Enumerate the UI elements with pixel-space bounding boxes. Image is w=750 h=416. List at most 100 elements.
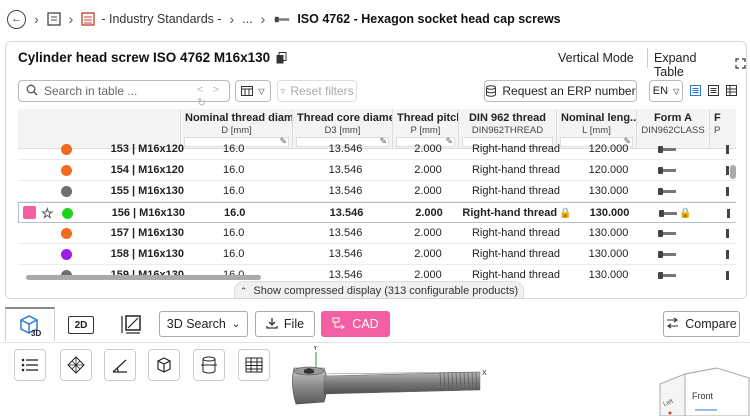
cell-p: 2.000 bbox=[414, 143, 442, 155]
expand-table-label: Expand Table bbox=[654, 51, 697, 79]
cell-thread-value: Right-hand thread bbox=[471, 185, 561, 197]
cell-d3: 13.546 bbox=[328, 143, 363, 155]
column-title: Thread core diame... bbox=[297, 112, 392, 124]
favorite-star-icon[interactable]: ☆ bbox=[41, 203, 54, 223]
3d-search-label: 3D Search bbox=[166, 317, 226, 331]
list-view-icon[interactable] bbox=[690, 85, 701, 99]
cell-id: 158 | M16x130 bbox=[110, 248, 184, 260]
screw-icon bbox=[658, 145, 676, 153]
viewer-panel: 3D 2D 3D Search ⌄ File CAD Compare Y X F… bbox=[0, 306, 750, 416]
screw-3d-model: Y X bbox=[292, 345, 487, 405]
cell-thread-value: Right-hand thread bbox=[462, 207, 558, 219]
search-nav-arrows[interactable]: < > ↻ bbox=[197, 84, 229, 109]
detail-view-icon[interactable] bbox=[708, 85, 719, 99]
axis-x-label: X bbox=[482, 370, 487, 377]
file-download-button[interactable]: File bbox=[255, 311, 315, 337]
table-row-selected[interactable]: ☆ 156 | M16x130 16.0 13.546 2.000 Right-hand … bbox=[18, 202, 736, 223]
list-icon bbox=[21, 358, 38, 372]
tool-table[interactable] bbox=[238, 349, 270, 381]
status-dot bbox=[61, 186, 72, 197]
3d-viewport[interactable]: Y X bbox=[290, 345, 490, 416]
cell-l: 130.000 bbox=[588, 248, 629, 260]
section-icon bbox=[201, 356, 217, 374]
cell-form-a bbox=[658, 139, 708, 159]
scrollbar-thumb[interactable] bbox=[730, 165, 736, 179]
cell-p: 2.000 bbox=[414, 269, 442, 280]
columns-icon bbox=[241, 86, 254, 96]
filter-icon: ▿ bbox=[280, 85, 286, 97]
table-row[interactable]: 158 | M16x130 16.0 13.546 2.000 Right-hand t… bbox=[18, 244, 736, 265]
home-icon[interactable] bbox=[47, 12, 61, 26]
expand-table-button[interactable]: Expand Table bbox=[654, 51, 746, 79]
language-select[interactable]: EN ▽ bbox=[649, 80, 683, 102]
cell-thread-value: Right-hand thread bbox=[471, 143, 561, 155]
cell-id: 153 | M16x120 bbox=[110, 143, 184, 155]
configure-icon[interactable] bbox=[23, 206, 36, 219]
lock-icon: 🔒 bbox=[559, 208, 572, 219]
table-row[interactable]: 155 | M16x130 16.0 13.546 2.000 Right-hand t… bbox=[18, 181, 736, 202]
tool-parts-list[interactable] bbox=[14, 349, 46, 381]
back-icon[interactable]: ← bbox=[7, 9, 26, 29]
axis-y-label: Y bbox=[313, 346, 318, 352]
tool-measure-angle[interactable] bbox=[104, 349, 136, 381]
tool-view-cube[interactable] bbox=[148, 349, 180, 381]
cell-thread: Right-hand thread 🔒 bbox=[462, 203, 572, 223]
cell-thread-value: Right-hand thread bbox=[471, 269, 561, 280]
f-marker-icon bbox=[726, 144, 729, 154]
tool-section[interactable] bbox=[193, 349, 225, 381]
compare-icon bbox=[666, 317, 679, 332]
horizontal-scrollbar[interactable] bbox=[26, 275, 261, 280]
show-compressed-display-button[interactable]: ⌃ Show compressed display (313 configura… bbox=[234, 281, 524, 298]
navigation-cube[interactable]: Front Left bbox=[655, 366, 750, 416]
angle-icon bbox=[112, 359, 127, 373]
cell-thread: Right-hand thread bbox=[461, 160, 571, 180]
cell-form-a bbox=[658, 265, 708, 280]
status-dot bbox=[61, 144, 72, 155]
cell-thread-value: Right-hand thread bbox=[471, 227, 561, 239]
table-view-icon[interactable] bbox=[726, 85, 737, 99]
tab-2d[interactable]: 2D bbox=[68, 316, 94, 334]
f-marker-icon bbox=[726, 186, 729, 196]
3d-search-button[interactable]: 3D Search ⌄ bbox=[159, 311, 248, 337]
cell-d: 16.0 bbox=[223, 248, 245, 260]
tab-3d[interactable]: 3D bbox=[5, 307, 55, 341]
column-unit: DIN962CLASS bbox=[641, 125, 705, 136]
divider bbox=[647, 48, 648, 68]
compress-label: Show compressed display (313 configurabl… bbox=[253, 285, 519, 297]
table-row[interactable]: 153 | M16x120 16.0 13.546 2.000 Right-hand t… bbox=[18, 139, 736, 160]
request-erp-label: Request an ERP number bbox=[502, 84, 636, 98]
request-erp-button[interactable]: Request an ERP number bbox=[484, 80, 637, 102]
vertical-mode-button[interactable]: Vertical Mode bbox=[558, 51, 634, 65]
chevron-down-icon: ⌄ bbox=[231, 318, 241, 330]
search-input[interactable]: Search in table ... < > ↻ bbox=[18, 80, 230, 109]
breadcrumb-item-industry-standards[interactable]: - Industry Standards - bbox=[101, 12, 221, 26]
column-unit: D3 [mm] bbox=[324, 125, 361, 136]
cad-download-button[interactable]: CAD bbox=[321, 311, 390, 337]
f-marker-icon bbox=[726, 249, 729, 259]
compare-button[interactable]: Compare bbox=[663, 311, 740, 337]
copy-icon[interactable] bbox=[276, 51, 287, 64]
tab-measure[interactable] bbox=[118, 313, 144, 335]
cell-id: 154 | M16x120 bbox=[110, 164, 184, 176]
column-selector-button[interactable]: ▽ bbox=[235, 80, 271, 102]
table-row[interactable]: 154 | M16x120 16.0 13.546 2.000 Right-hand t… bbox=[18, 160, 736, 181]
lock-icon: 🔒 bbox=[679, 208, 692, 219]
table-row[interactable]: 157 | M16x130 16.0 13.546 2.000 Right-hand t… bbox=[18, 223, 736, 244]
cell-p: 2.000 bbox=[415, 207, 443, 219]
product-table: Nominal thread diam... D [mm] ✎ Thread c… bbox=[18, 109, 736, 280]
reset-filters-button[interactable]: ▿ Reset filters bbox=[277, 80, 357, 102]
cell-form-a: 🔒 bbox=[659, 203, 709, 223]
expand-icon bbox=[735, 58, 746, 72]
tab-2d-label: 2D bbox=[74, 319, 88, 331]
breadcrumb: ← › › - Industry Standards - › ... › ISO… bbox=[0, 0, 750, 38]
cell-l: 130.000 bbox=[588, 227, 629, 239]
measure-icon bbox=[121, 315, 141, 334]
download-icon bbox=[266, 317, 278, 332]
cell-d: 16.0 bbox=[224, 207, 246, 219]
breadcrumb-item-ellipsis[interactable]: ... bbox=[242, 12, 252, 26]
column-title: Thread pitch bbox=[397, 112, 459, 124]
tool-render-mode[interactable] bbox=[60, 349, 92, 381]
vertical-scrollbar[interactable] bbox=[730, 115, 736, 280]
screw-icon bbox=[658, 271, 676, 279]
cell-d3: 13.546 bbox=[328, 185, 363, 197]
